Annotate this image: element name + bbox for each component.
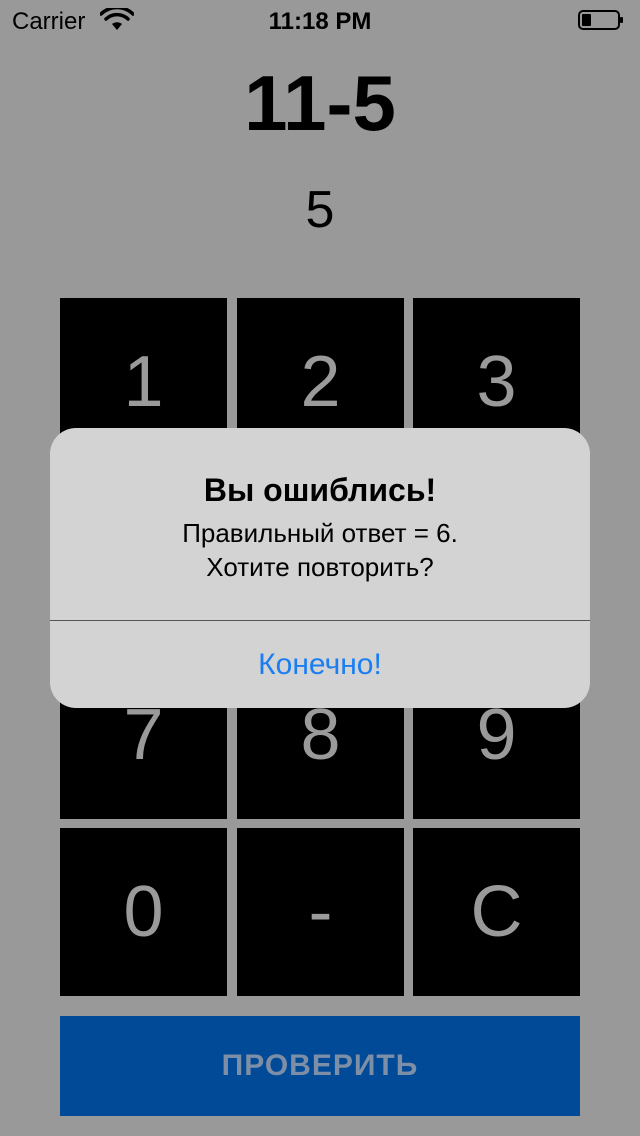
math-expression: 11-5 [244,59,396,147]
alert-message-line-2: Хотите повторить? [206,552,434,582]
status-bar: Carrier 11:18 PM [0,0,640,40]
alert-dialog: Вы ошиблись! Правильный ответ = 6. Хотит… [50,428,590,708]
answer-display: 5 [305,181,335,239]
alert-confirm-button[interactable]: Конечно! [50,621,590,708]
key-0[interactable]: 0 [60,828,227,996]
alert-title: Вы ошиблись! [203,472,437,508]
key-clear[interactable]: C [413,828,580,996]
alert-message-line-1: Правильный ответ = 6. [182,518,458,548]
check-button[interactable]: ПРОВЕРИТЬ [60,1016,580,1116]
battery-icon [578,10,623,30]
key-minus[interactable]: - [237,828,404,996]
status-time: 11:18 PM [268,8,372,35]
